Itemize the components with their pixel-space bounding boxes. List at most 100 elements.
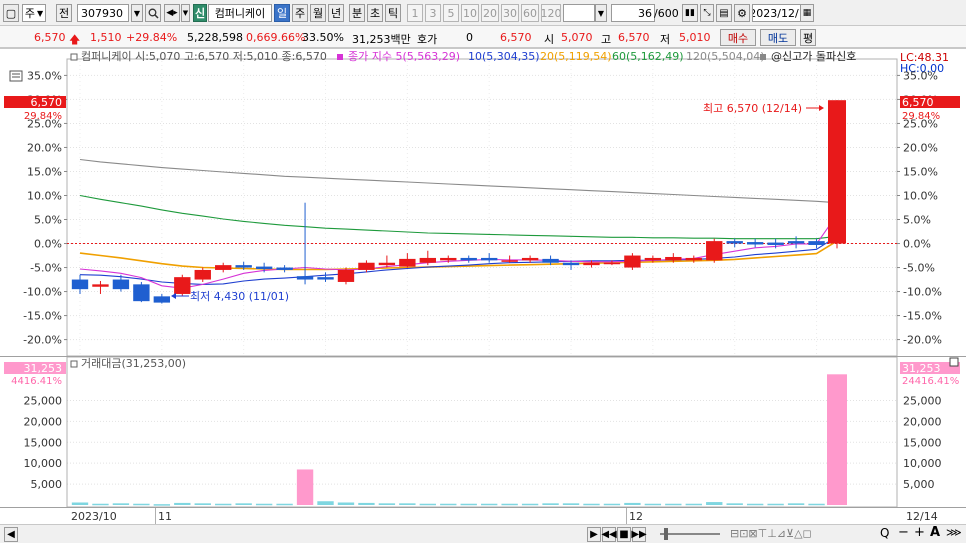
collapse-icon[interactable]: ⋙: [946, 526, 962, 539]
candle-body: [665, 256, 682, 261]
price-tick-left: 35.0%: [27, 69, 62, 82]
chevron-down-icon: ▼: [36, 8, 44, 18]
interval-60[interactable]: 60: [521, 4, 539, 22]
period-month[interactable]: 월: [310, 4, 326, 22]
price-tag-left-value: 6,570: [31, 96, 63, 109]
volume-bar: [440, 503, 457, 506]
interval-dropdown-icon[interactable]: ▼: [595, 4, 607, 22]
sell-button[interactable]: 매도: [760, 29, 796, 46]
interval-5[interactable]: 5: [443, 4, 459, 22]
scroll-stop-icon[interactable]: ■: [617, 527, 631, 542]
font-size-icon[interactable]: A: [930, 525, 940, 540]
gear-icon[interactable]: ⚙: [734, 4, 750, 22]
zoom-icon[interactable]: ⤡: [700, 4, 714, 22]
price-tick-left: -15.0%: [23, 310, 62, 323]
scroll-prev-icon[interactable]: ◀◀: [601, 527, 617, 542]
chart-area[interactable]: 컴퍼니케이 시:5,070 고:6,570 저:5,010 종:6,570 종가…: [0, 48, 966, 525]
legend-ma5: 종가 지수 5(5,563,29): [348, 50, 460, 63]
price-tick-right: 15.0%: [903, 165, 938, 178]
low-annotation: 최저 4,430 (11/01): [190, 290, 289, 303]
legend-marker-signal: [760, 54, 766, 60]
period-minute[interactable]: 분: [349, 4, 365, 22]
period-week[interactable]: 주: [292, 4, 308, 22]
vol-tag-left-pct: 4416.41%: [11, 376, 62, 387]
stock-code-input[interactable]: 307930: [77, 4, 129, 22]
scroll-next-icon[interactable]: ▶▶: [631, 527, 647, 542]
scroll-play-icon[interactable]: ▶: [587, 527, 601, 542]
chart-svg[interactable]: 컴퍼니케이 시:5,070 고:6,570 저:5,010 종:6,570 종가…: [0, 49, 966, 525]
candle-body: [276, 267, 293, 270]
volume-bar: [255, 503, 273, 506]
candle-body: [215, 265, 232, 270]
window-menu-icon[interactable]: ▢: [3, 4, 19, 22]
ma120-line: [79, 158, 838, 204]
search-icon[interactable]: [145, 4, 161, 22]
volume-tick-left: 15,000: [24, 436, 63, 449]
count-input[interactable]: 36: [611, 4, 655, 22]
price-tag-left: 6,570: [4, 96, 66, 109]
drawing-tools-icon[interactable]: ⊟⊡⊠⊤⊥⊿⊻△◻: [730, 527, 812, 540]
price-tick-left: 15.0%: [27, 165, 62, 178]
price-tick-left: 5.0%: [34, 214, 62, 227]
volume-bar: [583, 503, 600, 506]
trade-amount: 31,253백만: [352, 33, 411, 46]
interval-30[interactable]: 30: [501, 4, 519, 22]
chart-type-icon[interactable]: ▮▮: [682, 4, 698, 22]
count-max-label: /600: [654, 7, 679, 20]
candle-body: [644, 257, 662, 261]
buy-button[interactable]: 매수: [720, 29, 756, 46]
period-day[interactable]: 일: [274, 4, 290, 22]
interval-120[interactable]: 120: [541, 4, 561, 22]
zoom-slider-handle[interactable]: [664, 528, 668, 540]
interval-1[interactable]: 1: [407, 4, 423, 22]
bottom-scrollbar[interactable]: ◀ ▶ ◀◀ ■ ▶▶ ⊟⊡⊠⊤⊥⊿⊻△◻ Q − + A ⋙: [0, 524, 966, 543]
volume-bar: [706, 502, 723, 505]
volume-tick-right: 25,000: [903, 394, 942, 407]
interval-3[interactable]: 3: [425, 4, 441, 22]
speaker-dropdown-icon[interactable]: ▼: [181, 4, 190, 22]
volume-pct: 0,669.66%: [246, 31, 306, 44]
zoom-in-icon[interactable]: +: [914, 525, 925, 540]
mode-select[interactable]: 주 ▼: [22, 4, 46, 22]
candle-body: [828, 100, 846, 244]
candle-body: [112, 279, 130, 290]
zoom-slider-track[interactable]: [660, 533, 720, 535]
volume-bar: [358, 502, 375, 505]
zoom-search-icon[interactable]: Q: [880, 526, 889, 540]
interval-10[interactable]: 10: [461, 4, 479, 22]
stock-name-field[interactable]: 컴퍼니케이: [208, 4, 272, 22]
scroll-left-icon[interactable]: ◀: [4, 527, 18, 542]
volume-tick-right: 10,000: [903, 457, 942, 470]
period-year[interactable]: 년: [328, 4, 344, 22]
vol-tag-right-pct: 24416.41%: [902, 376, 959, 387]
high-label: 고: [601, 33, 612, 46]
speaker-icon[interactable]: ◀▸: [164, 4, 180, 22]
candle-body: [787, 241, 805, 244]
volume-bar: [419, 503, 436, 506]
save-icon[interactable]: ▤: [716, 4, 732, 22]
zoom-out-icon[interactable]: −: [898, 525, 909, 540]
custom-interval-input[interactable]: [563, 4, 595, 22]
volume-bar: [378, 503, 396, 505]
legend-ma10: 10(5,304,35): [468, 50, 540, 63]
volume-value: 5,228,598: [187, 31, 243, 44]
legend-ma120: 120(5,504,04): [686, 50, 765, 63]
volume-bar: [174, 502, 191, 505]
volume-tick-right: 20,000: [903, 415, 942, 428]
code-dropdown-icon[interactable]: ▼: [131, 4, 143, 22]
jeon-button[interactable]: 전: [56, 4, 72, 22]
calendar-icon[interactable]: ▦: [800, 4, 814, 22]
volume-tick-right: 5,000: [903, 478, 935, 491]
volume-axis: 25,000 25,000 20,000 20,000 15,000 15,000 10,0…: [24, 394, 942, 491]
interval-20[interactable]: 20: [481, 4, 499, 22]
flat-button[interactable]: 평: [800, 29, 816, 46]
period-tick[interactable]: 틱: [385, 4, 401, 22]
volume-bar: [92, 503, 109, 506]
close-pane-icon[interactable]: [949, 357, 959, 367]
legend-signal: @신고가 돌파신호: [771, 50, 856, 63]
price-tick-right: 5.0%: [903, 214, 931, 227]
pane-settings-icon[interactable]: [9, 70, 23, 82]
price-tick-left: -10.0%: [23, 286, 62, 299]
period-second[interactable]: 초: [367, 4, 383, 22]
candle-body: [808, 241, 825, 245]
